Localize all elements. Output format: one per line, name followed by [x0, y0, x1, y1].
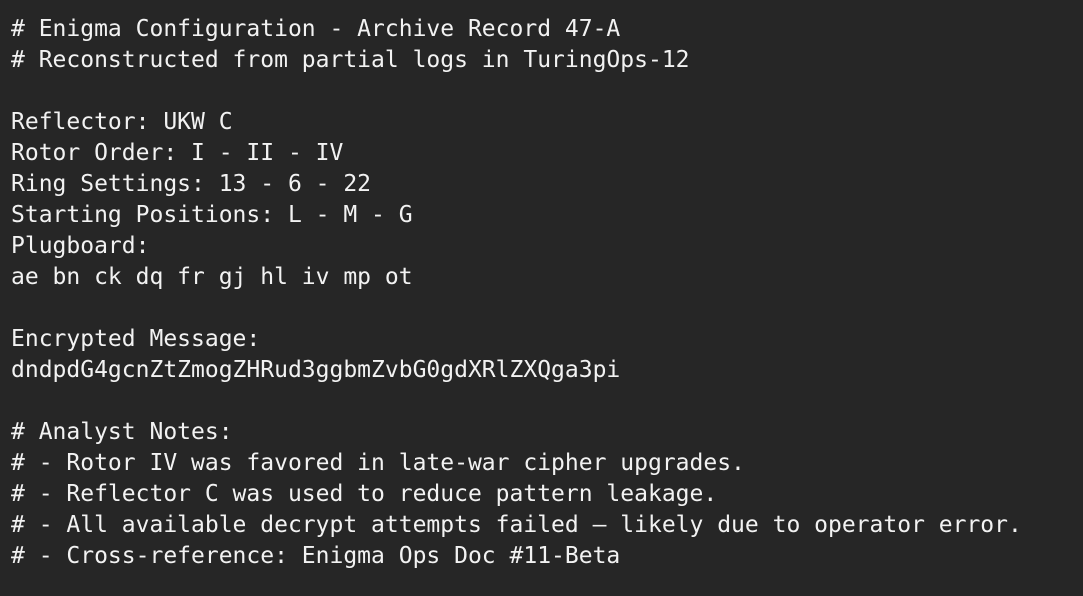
- analyst-note-decrypt: # - All available decrypt attempts faile…: [11, 512, 1022, 538]
- header-comment-source: # Reconstructed from partial logs in Tur…: [11, 47, 690, 73]
- plugboard-label: Plugboard:: [11, 233, 150, 259]
- header-comment-title: # Enigma Configuration - Archive Record …: [11, 16, 621, 42]
- terminal-window[interactable]: # Enigma Configuration - Archive Record …: [0, 0, 1083, 596]
- analyst-note-crossref: # - Cross-reference: Enigma Ops Doc #11-…: [11, 543, 621, 569]
- reflector-setting: Reflector: UKW C: [11, 109, 233, 135]
- plugboard-pairs: ae bn ck dq fr gj hl iv mp ot: [11, 264, 413, 290]
- rotor-order-setting: Rotor Order: I - II - IV: [11, 140, 344, 166]
- analyst-note-reflector: # - Reflector C was used to reduce patte…: [11, 481, 718, 507]
- encrypted-message-text: dndpdG4gcnZtZmogZHRud3ggbmZvbG0gdXRlZXQg…: [11, 357, 621, 383]
- encrypted-message-label: Encrypted Message:: [11, 326, 261, 352]
- ring-settings: Ring Settings: 13 - 6 - 22: [11, 171, 372, 197]
- analyst-note-rotor: # - Rotor IV was favored in late-war cip…: [11, 450, 745, 476]
- starting-positions: Starting Positions: L - M - G: [11, 202, 413, 228]
- analyst-notes-header: # Analyst Notes:: [11, 419, 233, 445]
